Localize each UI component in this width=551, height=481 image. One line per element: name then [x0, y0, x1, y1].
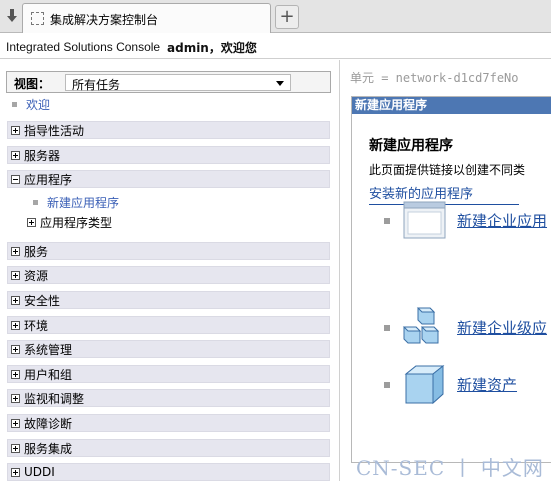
nav-category-environment[interactable]: 环境 [7, 316, 330, 334]
new-enterprise-app-link[interactable]: 新建企业应用 [457, 210, 547, 231]
nav-item-welcome[interactable]: 欢迎 [12, 96, 50, 113]
nav-category-label: 服务 [24, 244, 49, 259]
nav-category-label: 资源 [24, 268, 49, 283]
chevron-down-icon [276, 81, 284, 86]
page-description: 此页面提供链接以创建不同类 [369, 163, 526, 177]
bullet-square-icon [384, 217, 390, 224]
browser-tab-bar: 集成解决方案控制台 + [0, 0, 551, 33]
cell-scope-text: 单元 = network-d1cd7feNo [350, 71, 519, 85]
new-enterprise-level-link[interactable]: 新建企业级应 [457, 317, 547, 338]
nav-category-servers[interactable]: 服务器 [7, 146, 330, 164]
enterprise-app-window-icon [403, 201, 446, 239]
welcome-user: admin，欢迎您 [167, 41, 257, 55]
nav-item-application-types[interactable]: 应用程序类型 [24, 214, 112, 231]
expand-plus-icon[interactable] [27, 218, 36, 227]
new-asset-link[interactable]: 新建资产 [457, 374, 517, 395]
new-tab-button[interactable]: + [275, 5, 299, 29]
nav-category-label: 用户和组 [24, 367, 73, 382]
nav-category-service-integration[interactable]: 服务集成 [7, 439, 330, 457]
bullet-square-icon [12, 102, 17, 107]
nav-category-label: 指导性活动 [24, 123, 85, 138]
expand-plus-icon[interactable] [11, 125, 20, 135]
nav-category-label: 应用程序 [24, 172, 73, 187]
expand-plus-icon[interactable] [11, 150, 20, 160]
nav-category-troubleshooting[interactable]: 故障诊断 [7, 414, 330, 432]
expand-plus-icon[interactable] [11, 320, 20, 330]
cubes-icon [402, 307, 440, 344]
expand-plus-icon[interactable] [11, 443, 20, 453]
welcome-link[interactable]: 欢迎 [26, 96, 50, 113]
panel-title: 新建应用程序 [352, 97, 551, 114]
new-application-link[interactable]: 新建应用程序 [47, 194, 119, 211]
console-header: Integrated Solutions Console admin，欢迎您 [0, 33, 551, 59]
page-heading: 新建应用程序 [369, 138, 453, 154]
navigation-tree: 视图： 所有任务 欢迎 指导性活动 服务器 应用程序 新建应用程序 应用程序类型… [0, 60, 340, 481]
nav-category-label: 安全性 [24, 293, 61, 308]
bullet-square-icon [33, 200, 38, 205]
nav-category-services[interactable]: 服务 [7, 242, 330, 260]
nav-category-label: UDDI [24, 465, 55, 479]
nav-category-system-admin[interactable]: 系统管理 [7, 340, 330, 358]
option-new-enterprise-level[interactable]: 新建企业级应 [384, 305, 547, 350]
view-selector-row: 视图： 所有任务 [6, 71, 331, 93]
nav-category-guided-activities[interactable]: 指导性活动 [7, 121, 330, 139]
bullet-square-icon [384, 324, 390, 331]
page-favicon-icon [31, 12, 44, 25]
nav-category-label: 系统管理 [24, 342, 73, 357]
expand-plus-icon[interactable] [11, 369, 20, 379]
option-new-asset[interactable]: 新建资产 [384, 362, 517, 407]
cube-icon [404, 364, 445, 405]
nav-category-label: 监视和调整 [24, 391, 85, 406]
expand-plus-icon[interactable] [11, 393, 20, 403]
nav-category-security[interactable]: 安全性 [7, 291, 330, 309]
view-label: 视图： [14, 77, 51, 91]
nav-category-label: 故障诊断 [24, 416, 73, 431]
download-arrow-icon[interactable] [2, 6, 22, 26]
nav-category-uddi[interactable]: UDDI [7, 463, 330, 481]
main-content: 单元 = network-d1cd7feNo 新建应用程序 新建应用程序 此页面… [341, 60, 551, 481]
nav-category-label: 服务器 [24, 148, 61, 163]
bullet-square-icon [384, 381, 390, 388]
new-application-panel: 新建应用程序 新建应用程序 此页面提供链接以创建不同类 安装新的应用程序 新建企… [351, 96, 551, 463]
nav-category-applications[interactable]: 应用程序 [7, 170, 330, 188]
option-new-enterprise-app[interactable]: 新建企业应用 [384, 198, 547, 243]
watermark-text: CN-SEC 丨 中文网 [356, 456, 544, 480]
view-select-value: 所有任务 [72, 78, 121, 92]
expand-plus-icon[interactable] [11, 270, 20, 280]
browser-tab[interactable]: 集成解决方案控制台 [22, 3, 271, 33]
expand-plus-icon[interactable] [11, 418, 20, 428]
expand-plus-icon[interactable] [11, 246, 20, 256]
expand-plus-icon[interactable] [11, 295, 20, 305]
nav-item-new-application[interactable]: 新建应用程序 [33, 194, 119, 211]
collapse-minus-icon[interactable] [11, 174, 20, 184]
tab-title: 集成解决方案控制台 [50, 13, 159, 27]
nav-category-users-groups[interactable]: 用户和组 [7, 365, 330, 383]
nav-category-label: 服务集成 [24, 441, 73, 456]
nav-category-resources[interactable]: 资源 [7, 266, 330, 284]
expand-plus-icon[interactable] [11, 344, 20, 354]
console-brand: Integrated Solutions Console [6, 40, 161, 54]
nav-category-monitoring[interactable]: 监视和调整 [7, 389, 330, 407]
view-select[interactable]: 所有任务 [65, 74, 291, 92]
nav-category-label: 环境 [24, 318, 49, 333]
nav-subcategory-label: 应用程序类型 [40, 216, 113, 230]
expand-plus-icon[interactable] [11, 467, 20, 477]
